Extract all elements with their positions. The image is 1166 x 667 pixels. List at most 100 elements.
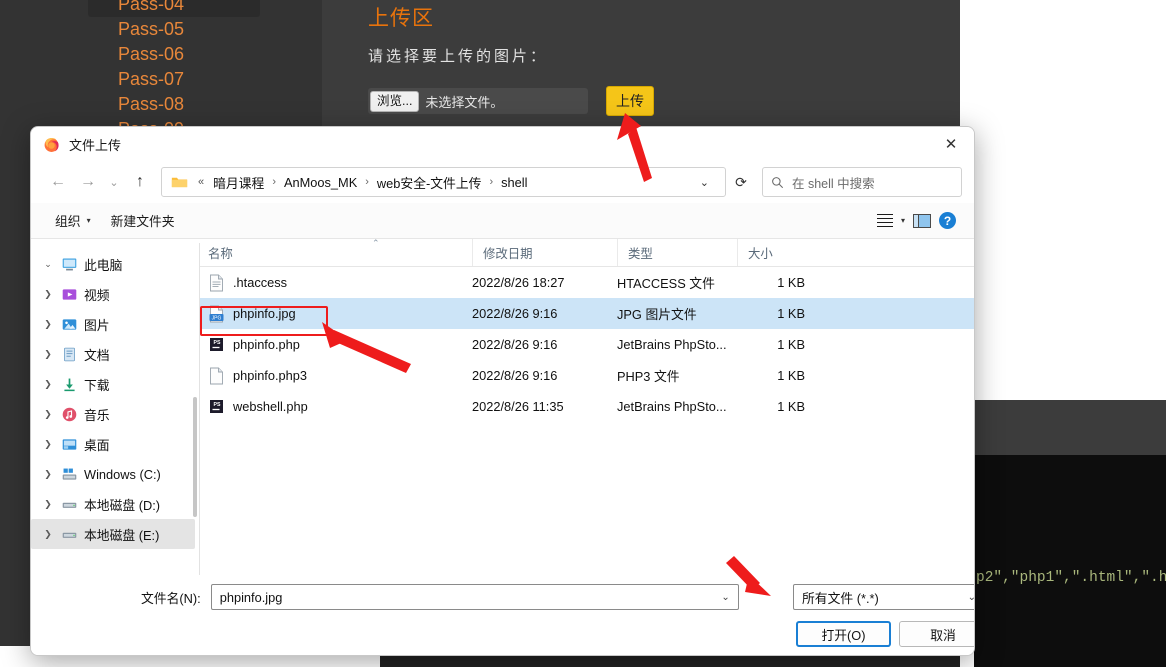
organize-button[interactable]: 组织 ▾ <box>45 207 101 234</box>
browse-button[interactable]: 浏览... <box>370 90 420 112</box>
new-folder-button[interactable]: 新建文件夹 <box>101 207 185 234</box>
chevron-right-icon[interactable]: ❯ <box>41 529 55 540</box>
music-icon <box>62 407 77 421</box>
sidebar-item-windows-c[interactable]: ❯ Windows (C:) <box>31 459 199 489</box>
breadcrumb-item-2[interactable]: web安全-文件上传 <box>371 170 488 195</box>
upload-section-title: 上传区 <box>368 7 434 30</box>
sidebar-item-music[interactable]: ❯ 音乐 <box>31 399 199 429</box>
sidebar-item-local-disk-e[interactable]: ❯ 本地磁盘 (E:) <box>31 519 195 549</box>
code-editor-line: p2","php1",".html",".h <box>976 570 1166 586</box>
list-view-icon[interactable] <box>876 213 893 228</box>
sidebar-scrollbar[interactable] <box>193 397 197 517</box>
nav-item-pass-05[interactable]: Pass-05 <box>110 17 310 42</box>
sidebar-item-documents[interactable]: ❯ 文档 <box>31 339 199 369</box>
chevron-down-icon[interactable]: ⌄ <box>41 259 55 270</box>
file-name-text: webshell.php <box>233 399 308 414</box>
upload-submit-button[interactable]: 上传 <box>606 86 654 116</box>
sidebar-item-local-disk-d[interactable]: ❯ 本地磁盘 (D:) <box>31 489 199 519</box>
nav-item-pass-06[interactable]: Pass-06 <box>110 42 310 67</box>
cancel-button[interactable]: 取消 <box>899 621 974 647</box>
sidebar-item-videos[interactable]: ❯ 视频 <box>31 279 199 309</box>
table-row[interactable]: .htaccess 2022/8/26 18:27 HTACCESS 文件 1 … <box>200 267 974 298</box>
breadcrumb-item-3[interactable]: shell <box>495 172 533 193</box>
file-type-cell: HTACCESS 文件 <box>617 276 715 291</box>
close-icon[interactable]: ✕ <box>928 127 974 161</box>
breadcrumb-item-0[interactable]: 暗月课程 <box>207 170 270 195</box>
column-header-size[interactable]: 大小 <box>737 239 817 266</box>
chevron-down-icon[interactable]: ⌄ <box>968 592 974 603</box>
chevron-right-icon[interactable]: ❯ <box>41 289 55 300</box>
search-placeholder: 在 shell 中搜索 <box>792 176 875 191</box>
column-header-date[interactable]: 修改日期 <box>472 239 617 266</box>
forward-icon[interactable]: → <box>73 167 103 197</box>
desktop-icon <box>62 438 77 450</box>
video-icon <box>62 288 77 300</box>
chevron-down-icon[interactable]: ⌄ <box>694 176 719 189</box>
file-date-cell: 2022/8/26 9:16 <box>472 368 558 383</box>
svg-text:PS: PS <box>214 402 221 408</box>
phpstorm-file-icon: PS <box>210 337 223 351</box>
nav-item-pass-04[interactable]: Pass-04 <box>88 0 260 17</box>
chevron-right-icon[interactable]: ❯ <box>41 409 55 420</box>
file-date-cell: 2022/8/26 18:27 <box>472 275 565 290</box>
phpstorm-file-icon: PS <box>210 399 223 413</box>
nav-item-pass-07[interactable]: Pass-07 <box>110 67 310 92</box>
help-icon[interactable]: ? <box>939 212 956 229</box>
file-name-cell: PS webshell.php <box>200 398 472 416</box>
up-one-level-icon[interactable]: ↑ <box>125 167 155 197</box>
drive-icon <box>62 532 77 538</box>
file-input-control[interactable]: 浏览... 未选择文件。 <box>368 88 588 114</box>
breadcrumb-item-1[interactable]: AnMoos_MK <box>278 172 363 193</box>
open-button[interactable]: 打开(O) <box>796 621 891 647</box>
filename-input[interactable]: phpinfo.jpg ⌄ <box>210 584 739 610</box>
sidebar-item-desktop[interactable]: ❯ 桌面 <box>31 429 199 459</box>
dialog-titlebar: 文件上传 ✕ <box>31 127 974 161</box>
chevron-right-icon[interactable]: ❯ <box>41 469 55 480</box>
sidebar-label: 桌面 <box>84 437 110 453</box>
sidebar-item-this-pc[interactable]: ⌄ 此电脑 <box>31 249 199 279</box>
table-row[interactable]: phpinfo.php3 2022/8/26 9:16 PHP3 文件 1 KB <box>200 360 974 391</box>
file-name-cell: .htaccess <box>200 274 472 292</box>
table-row[interactable]: PS webshell.php 2022/8/26 11:35 JetBrain… <box>200 391 974 422</box>
chevron-right-icon[interactable]: ❯ <box>41 349 55 360</box>
preview-pane-icon[interactable] <box>913 213 931 228</box>
sidebar-label: 此电脑 <box>84 257 123 273</box>
sidebar-label: 音乐 <box>84 407 110 423</box>
column-header-name[interactable]: 名称 <box>200 239 472 266</box>
toolbar-right-group: ▾ ? <box>876 212 960 229</box>
chevron-down-icon[interactable]: ⌄ <box>721 592 729 603</box>
breadcrumb-overflow-icon[interactable]: « <box>198 176 204 188</box>
no-file-selected-label: 未选择文件。 <box>425 94 504 110</box>
refresh-icon[interactable]: ⟳ <box>726 167 756 197</box>
upload-prompt-text: 请选择要上传的图片： <box>368 48 549 65</box>
file-size-cell: 1 KB <box>777 368 805 383</box>
search-input[interactable]: 在 shell 中搜索 <box>762 167 962 197</box>
nav-item-pass-08[interactable]: Pass-08 <box>110 92 310 117</box>
filetype-select[interactable]: 所有文件 (*.*) ⌄ <box>793 584 974 610</box>
dialog-footer: 文件名(N): phpinfo.jpg ⌄ 所有文件 (*.*) ⌄ 打开(O)… <box>31 579 974 655</box>
sidebar-item-downloads[interactable]: ❯ 下载 <box>31 369 199 399</box>
column-header-type[interactable]: 类型 <box>617 239 737 266</box>
file-date-cell: 2022/8/26 11:35 <box>472 399 564 414</box>
file-date-cell: 2022/8/26 9:16 <box>472 306 558 321</box>
chevron-right-icon[interactable]: ❯ <box>41 439 55 450</box>
picture-icon <box>62 318 77 330</box>
sidebar-label: 下载 <box>84 377 110 393</box>
chevron-right-icon[interactable]: ❯ <box>41 379 55 390</box>
file-type-cell: PHP3 文件 <box>617 369 680 384</box>
chevron-right-icon[interactable]: ❯ <box>41 319 55 330</box>
chevron-right-icon[interactable]: ❯ <box>41 499 55 510</box>
back-icon[interactable]: ← <box>43 167 73 197</box>
view-chevron-down-icon[interactable]: ▾ <box>901 216 905 225</box>
filename-value: phpinfo.jpg <box>219 589 283 605</box>
download-icon <box>64 378 75 391</box>
file-type-cell: JetBrains PhpSto... <box>617 399 727 414</box>
document-icon <box>64 347 75 361</box>
sidebar-item-pictures[interactable]: ❯ 图片 <box>31 309 199 339</box>
filetype-value: 所有文件 (*.*) <box>802 590 879 606</box>
breadcrumb[interactable]: « 暗月课程 › AnMoos_MK › web安全-文件上传 › shell … <box>161 167 726 197</box>
navigation-pane: ⌄ 此电脑 ❯ 视频 ❯ 图片 ❯ 文档 ❯ 下载 ❯ 音乐 ❯ 桌面 ❯ Wi… <box>31 239 199 579</box>
breadcrumb-sep-1: › <box>365 176 369 188</box>
recent-locations-icon[interactable]: ⌄ <box>103 167 125 197</box>
file-upload-dialog: 文件上传 ✕ ← → ⌄ ↑ « 暗月课程 › AnMoos_MK › web安… <box>30 126 975 656</box>
